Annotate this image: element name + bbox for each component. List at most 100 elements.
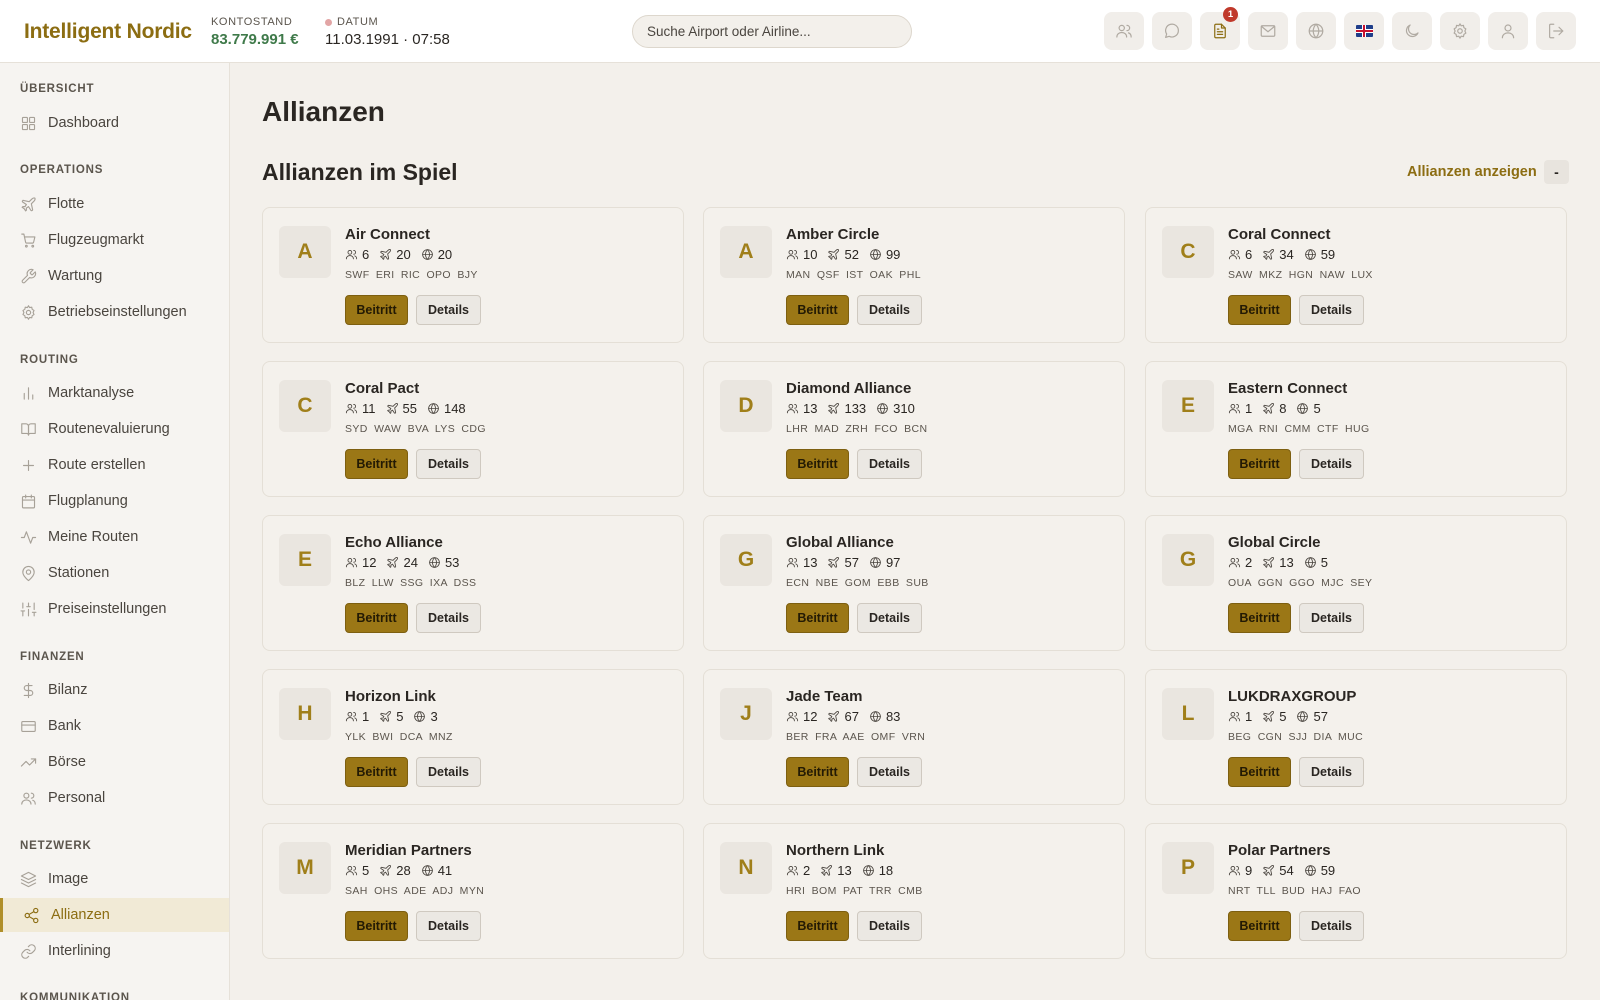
sidebar-item-bank[interactable]: Bank — [0, 709, 229, 743]
join-button[interactable]: Beitritt — [1228, 757, 1291, 787]
document-icon[interactable]: 1 — [1200, 7, 1240, 50]
details-button[interactable]: Details — [416, 603, 481, 633]
details-button[interactable]: Details — [1299, 449, 1364, 479]
alliance-members: 12 — [786, 709, 817, 724]
alliance-members: 10 — [786, 247, 817, 262]
alliance-name[interactable]: Jade Team — [786, 688, 862, 705]
join-button[interactable]: Beitritt — [345, 911, 408, 941]
sidebar-item-boerse[interactable]: Börse — [0, 745, 229, 779]
sidebar-item-routenevaluierung[interactable]: Routenevaluierung — [0, 412, 229, 446]
join-button[interactable]: Beitritt — [345, 603, 408, 633]
join-button[interactable]: Beitritt — [786, 603, 849, 633]
sidebar-item-dashboard[interactable]: Dashboard — [0, 106, 229, 140]
sidebar-item-label: Preiseinstellungen — [48, 601, 167, 617]
details-button[interactable]: Details — [1299, 295, 1364, 325]
join-button[interactable]: Beitritt — [1228, 911, 1291, 941]
alliance-fleet-value: 13 — [837, 863, 852, 878]
alliance-members-value: 13 — [803, 555, 818, 570]
search-input[interactable] — [632, 15, 912, 48]
sidebar-item-label: Betriebseinstellungen — [48, 304, 187, 320]
alliance-name[interactable]: Meridian Partners — [345, 842, 472, 859]
join-button[interactable]: Beitritt — [786, 449, 849, 479]
alliance-name[interactable]: Horizon Link — [345, 688, 436, 705]
alliance-name[interactable]: Global Alliance — [786, 534, 894, 551]
sidebar-item-flugplanung[interactable]: Flugplanung — [0, 484, 229, 518]
alliance-card: A Air Connect 6 20 20 SWF ERI RIC OPO BJY … — [262, 207, 684, 343]
sidebar-item-route-erstellen[interactable]: Route erstellen — [0, 448, 229, 482]
alliance-card: L LUKDRAXGROUP 1 5 57 BEG CGN SJJ DIA MUC … — [1145, 669, 1567, 805]
details-button[interactable]: Details — [857, 449, 922, 479]
details-button[interactable]: Details — [857, 295, 922, 325]
join-button[interactable]: Beitritt — [345, 449, 408, 479]
details-button[interactable]: Details — [416, 757, 481, 787]
alliance-name[interactable]: Echo Alliance — [345, 534, 443, 551]
alliance-name[interactable]: Eastern Connect — [1228, 380, 1347, 397]
alliance-routes: 5 — [1304, 555, 1328, 570]
brand-logo[interactable]: Intelligent Nordic — [24, 20, 192, 44]
alliance-name[interactable]: Diamond Alliance — [786, 380, 911, 397]
join-button[interactable]: Beitritt — [345, 757, 408, 787]
sidebar-item-preiseinstellungen[interactable]: Preiseinstellungen — [0, 592, 229, 626]
alliance-routes-value: 97 — [885, 555, 901, 570]
globe-icon[interactable] — [1296, 12, 1336, 50]
details-button[interactable]: Details — [1299, 757, 1364, 787]
uk-flag-icon[interactable] — [1344, 12, 1384, 50]
sidebar-item-wartung[interactable]: Wartung — [0, 259, 229, 293]
sidebar-item-label: Interlining — [48, 943, 111, 959]
join-button[interactable]: Beitritt — [1228, 603, 1291, 633]
alliance-avatar: C — [279, 380, 331, 432]
alliance-name[interactable]: Coral Connect — [1228, 226, 1331, 243]
sidebar-item-marktanalyse[interactable]: Marktanalyse — [0, 376, 229, 410]
alliance-name[interactable]: Amber Circle — [786, 226, 879, 243]
details-button[interactable]: Details — [857, 757, 922, 787]
sidebar-item-bilanz[interactable]: Bilanz — [0, 673, 229, 707]
moon-icon[interactable] — [1392, 12, 1432, 50]
join-button[interactable]: Beitritt — [1228, 295, 1291, 325]
logout-icon[interactable] — [1536, 12, 1576, 50]
join-button[interactable]: Beitritt — [1228, 449, 1291, 479]
sliders-icon — [20, 602, 37, 616]
sidebar-item-stationen[interactable]: Stationen — [0, 556, 229, 590]
alliance-fleet: 28 — [379, 863, 411, 878]
alliance-hubs: NRT TLL BUD HAJ FAO — [1228, 885, 1361, 897]
show-alliances-toggle[interactable]: Allianzen anzeigen — [1407, 164, 1537, 180]
collapse-button[interactable]: - — [1544, 160, 1569, 184]
users-icon[interactable] — [1104, 12, 1144, 50]
sidebar-item-interlining[interactable]: Interlining — [0, 934, 229, 968]
alliance-name[interactable]: Northern Link — [786, 842, 884, 859]
details-button[interactable]: Details — [1299, 911, 1364, 941]
join-button[interactable]: Beitritt — [345, 295, 408, 325]
cart-icon — [21, 233, 36, 248]
alliance-name[interactable]: Polar Partners — [1228, 842, 1331, 859]
sidebar-item-image[interactable]: Image — [0, 862, 229, 896]
sidebar-item-flotte[interactable]: Flotte — [0, 187, 229, 221]
user-icon[interactable] — [1488, 12, 1528, 50]
alliance-name[interactable]: Air Connect — [345, 226, 430, 243]
alliance-members: 11 — [345, 401, 376, 416]
users-icon — [1228, 250, 1241, 260]
join-button[interactable]: Beitritt — [786, 757, 849, 787]
details-button[interactable]: Details — [416, 911, 481, 941]
mail-icon[interactable] — [1248, 12, 1288, 50]
alliance-name[interactable]: Global Circle — [1228, 534, 1321, 551]
details-button[interactable]: Details — [416, 449, 481, 479]
sidebar-item-allianzen[interactable]: Allianzen — [0, 898, 229, 932]
details-button[interactable]: Details — [857, 603, 922, 633]
alliance-name[interactable]: LUKDRAXGROUP — [1228, 688, 1356, 705]
alliance-name[interactable]: Coral Pact — [345, 380, 419, 397]
sidebar-item-personal[interactable]: Personal — [0, 781, 229, 815]
alliance-routes: 5 — [1296, 401, 1321, 416]
globe-icon — [428, 403, 439, 414]
section-title-operations: OPERATIONS — [20, 164, 104, 176]
sidebar-item-flugzeugmarkt[interactable]: Flugzeugmarkt — [0, 223, 229, 257]
chat-icon[interactable] — [1152, 12, 1192, 50]
details-button[interactable]: Details — [1299, 603, 1364, 633]
join-button[interactable]: Beitritt — [786, 911, 849, 941]
sidebar-item-meine-routen[interactable]: Meine Routen — [0, 520, 229, 554]
join-button[interactable]: Beitritt — [786, 295, 849, 325]
details-button[interactable]: Details — [416, 295, 481, 325]
gear-icon[interactable] — [1440, 12, 1480, 50]
sidebar-item-betriebseinstellungen[interactable]: Betriebseinstellungen — [0, 295, 229, 329]
alliance-card: P Polar Partners 9 54 59 NRT TLL BUD HAJ F… — [1145, 823, 1567, 959]
details-button[interactable]: Details — [857, 911, 922, 941]
